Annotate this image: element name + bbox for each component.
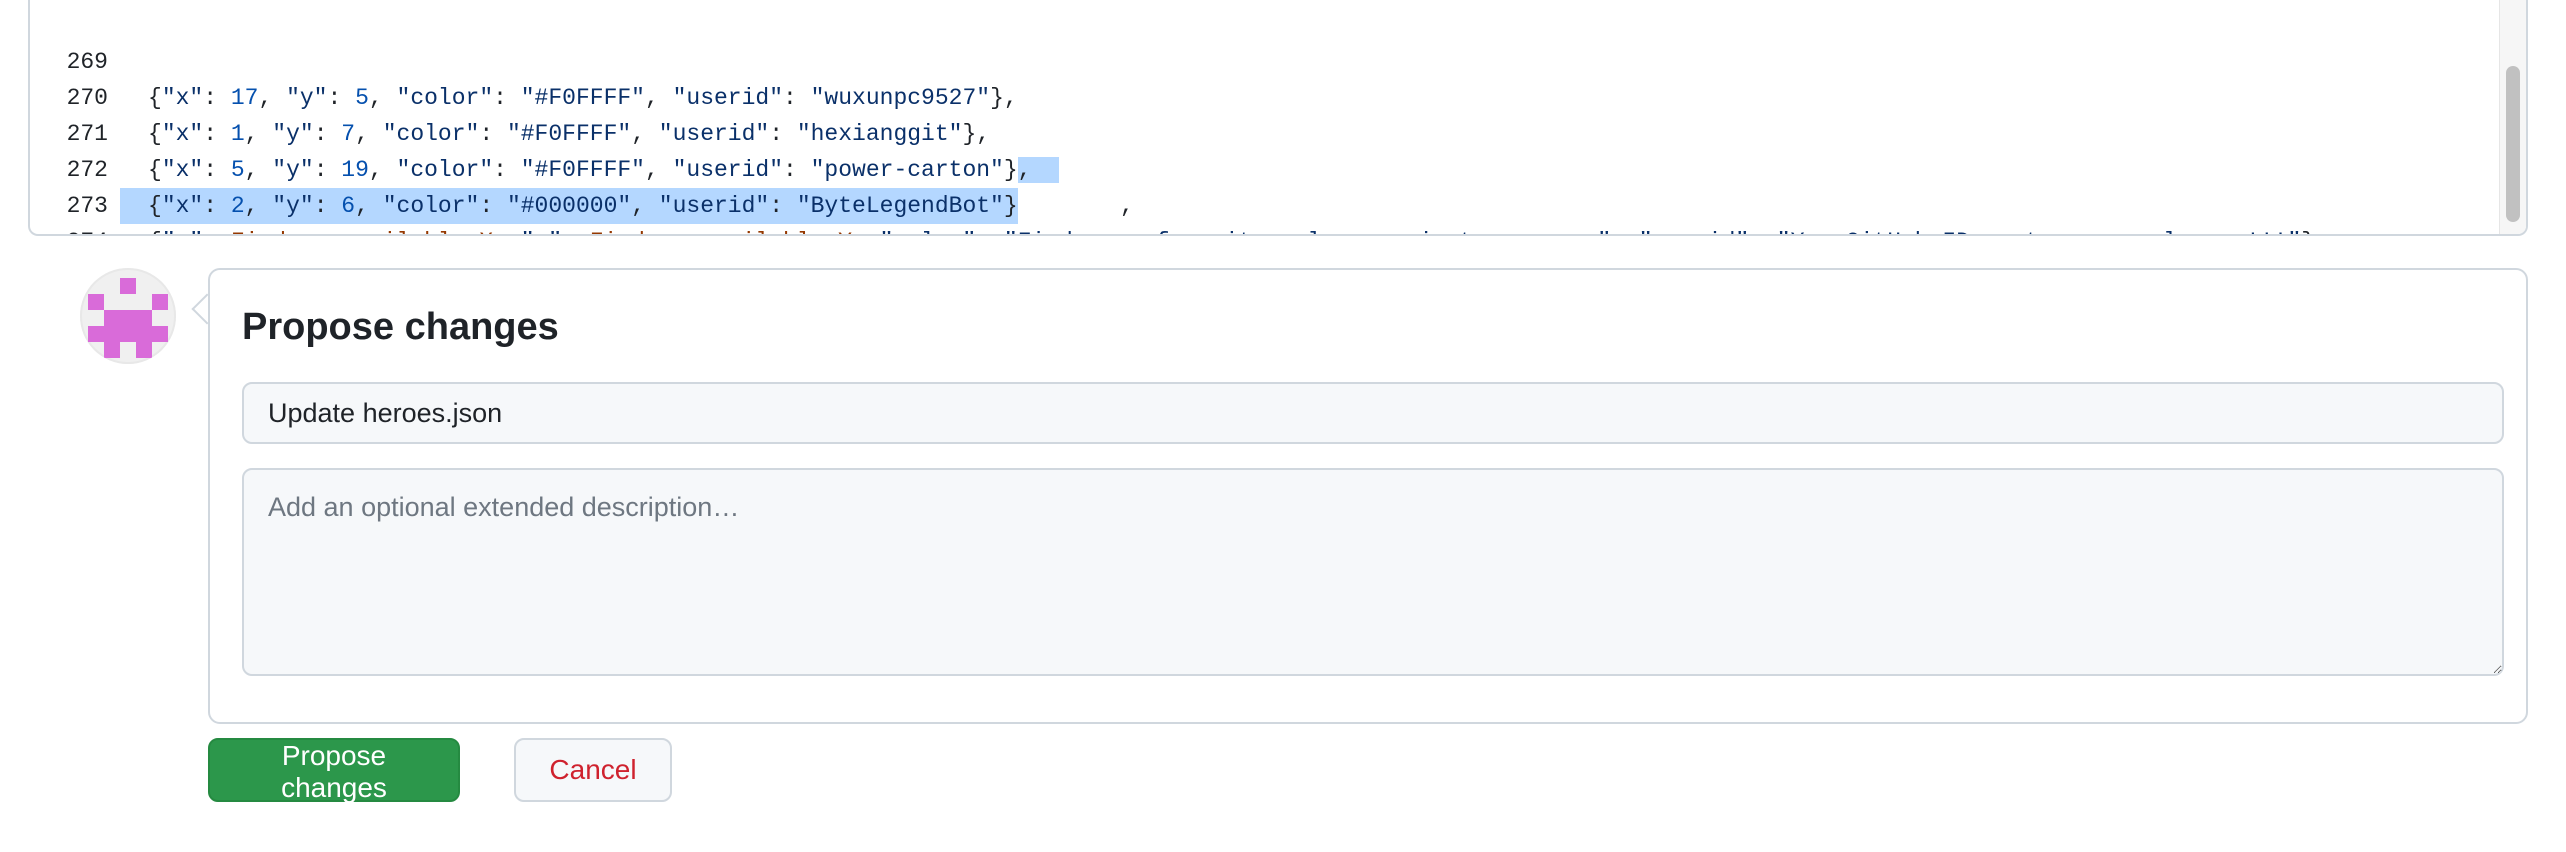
commit-description-textarea[interactable] <box>242 468 2504 676</box>
code-line[interactable]: 269 {"x": 17, "y": 5, "color": "#F0FFFF"… <box>30 8 2526 111</box>
code-line[interactable]: 273 {"x": Find an available X, "y": Find… <box>30 152 2526 234</box>
propose-changes-panel: Propose changes <box>208 268 2528 724</box>
code-text[interactable]: {"x": Find an available X, "y": Find an … <box>148 224 2315 234</box>
code-line[interactable]: 270 {"x": 1, "y": 7, "color": "#F0FFFF",… <box>30 44 2526 147</box>
code-editor[interactable]: 269 {"x": 17, "y": 5, "color": "#F0FFFF"… <box>28 0 2528 236</box>
avatar[interactable] <box>80 268 176 364</box>
commit-summary-input[interactable] <box>242 382 2504 444</box>
code-line-selected[interactable]: 272 {"x": 2, "y": 6, "color": "#000000",… <box>30 116 2526 224</box>
cancel-button[interactable]: Cancel <box>514 738 672 802</box>
scrollbar-thumb[interactable] <box>2506 66 2520 222</box>
code-line[interactable]: 274 ] <box>30 188 2526 234</box>
code-line[interactable]: 271 {"x": 5, "y": 19, "color": "#F0FFFF"… <box>30 80 2526 183</box>
identicon-avatar-icon <box>88 278 168 358</box>
editor-scrollbar[interactable] <box>2499 0 2526 234</box>
line-number: 274 <box>30 224 108 234</box>
propose-changes-button[interactable]: Propose changes <box>208 738 460 803</box>
panel-title: Propose changes <box>242 306 559 348</box>
